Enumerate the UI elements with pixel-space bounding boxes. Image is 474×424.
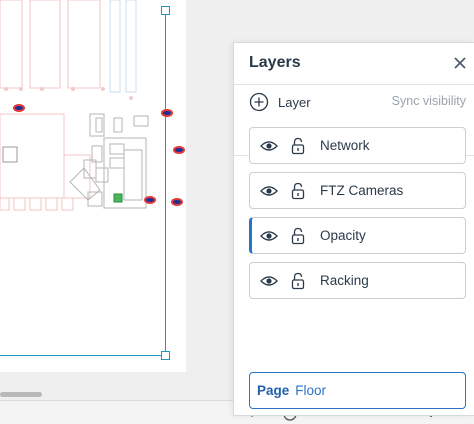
resize-handle-bottom-right[interactable] bbox=[161, 351, 170, 360]
selection-edge-bottom bbox=[0, 355, 166, 356]
close-button[interactable] bbox=[450, 53, 470, 73]
unlock-icon[interactable] bbox=[289, 182, 307, 200]
eye-icon[interactable] bbox=[260, 227, 278, 245]
page-selector[interactable]: Page Floor bbox=[249, 372, 466, 409]
layer-name: Opacity bbox=[320, 228, 366, 243]
layer-name: Racking bbox=[320, 273, 369, 288]
layers-panel: Layers Layer Sync visibility Network FTZ… bbox=[233, 42, 474, 416]
close-icon bbox=[454, 57, 466, 69]
eye-icon[interactable] bbox=[260, 137, 278, 155]
layer-name: FTZ Cameras bbox=[320, 183, 404, 198]
page-value: Floor bbox=[295, 383, 327, 398]
panel-title: Layers bbox=[249, 54, 301, 71]
layer-row-opacity[interactable]: Opacity bbox=[249, 217, 466, 254]
sync-visibility-button[interactable]: Sync visibility bbox=[392, 94, 466, 108]
unlock-icon[interactable] bbox=[289, 227, 307, 245]
page-label: Page bbox=[257, 383, 290, 398]
camera-marker[interactable] bbox=[144, 196, 156, 204]
divider bbox=[234, 84, 474, 85]
camera-marker[interactable] bbox=[161, 109, 173, 117]
resize-handle-top-right[interactable] bbox=[161, 6, 170, 15]
add-layer-button[interactable]: Layer bbox=[249, 91, 311, 113]
plus-circle-icon bbox=[249, 92, 269, 112]
layer-name: Network bbox=[320, 138, 370, 153]
layer-row-ftz-cameras[interactable]: FTZ Cameras bbox=[249, 172, 466, 209]
floor-plan-drawing bbox=[0, 0, 149, 211]
camera-marker[interactable] bbox=[13, 104, 25, 112]
add-layer-label: Layer bbox=[278, 94, 311, 110]
layer-row-network[interactable]: Network bbox=[249, 127, 466, 164]
eye-icon[interactable] bbox=[260, 182, 278, 200]
selection-edge-right bbox=[165, 10, 166, 356]
floor-plan-canvas[interactable] bbox=[0, 0, 186, 372]
camera-marker[interactable] bbox=[171, 198, 183, 206]
horizontal-scroll-thumb[interactable] bbox=[0, 392, 42, 397]
eye-icon[interactable] bbox=[260, 272, 278, 290]
camera-marker[interactable] bbox=[173, 146, 185, 154]
layer-row-racking[interactable]: Racking bbox=[249, 262, 466, 299]
unlock-icon[interactable] bbox=[289, 272, 307, 290]
unlock-icon[interactable] bbox=[289, 137, 307, 155]
